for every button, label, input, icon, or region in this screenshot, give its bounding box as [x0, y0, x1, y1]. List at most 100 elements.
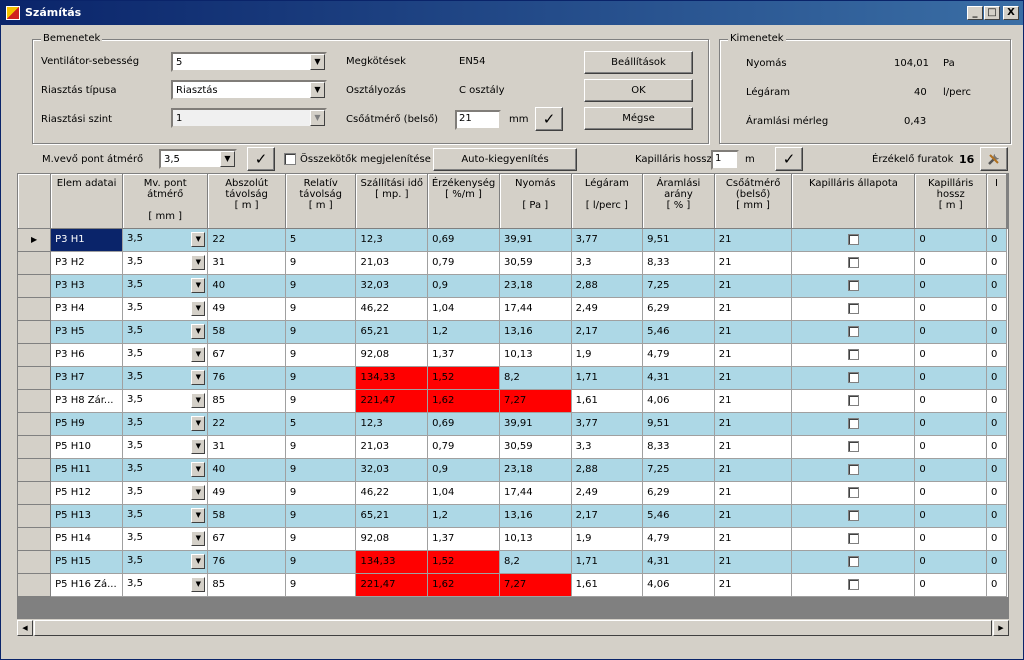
cell-last-column[interactable]: 0	[986, 343, 1007, 367]
cell-sampling-diameter[interactable]: 3,5 ▼	[122, 412, 209, 436]
cell-capillary-length[interactable]: 0	[914, 527, 987, 551]
cell-rel[interactable]: 9	[285, 573, 357, 597]
column-header[interactable]: Kapilláris hossz[ m ]	[914, 174, 987, 229]
cell-press[interactable]: 13,16	[499, 504, 572, 528]
alarm-level-combo[interactable]: 1 ▼	[171, 108, 327, 128]
row-header[interactable]	[18, 343, 52, 367]
cell-ratio[interactable]: 6,29	[642, 481, 715, 505]
cell-sens[interactable]: 1,52	[427, 550, 500, 574]
cell-pipe[interactable]: 21	[714, 274, 793, 298]
apply-pipe-diameter-button[interactable]: ✓	[535, 107, 563, 131]
cell-last-column[interactable]: 0	[986, 320, 1007, 344]
scroll-right-arrow-icon[interactable]: ▶	[993, 620, 1009, 636]
capillary-checkbox[interactable]	[847, 440, 859, 452]
cell-press[interactable]: 23,18	[499, 458, 572, 482]
cell-flow[interactable]: 2,49	[571, 481, 644, 505]
row-header[interactable]	[18, 366, 52, 390]
cell-time[interactable]: 32,03	[355, 458, 429, 482]
cell-flow[interactable]: 3,3	[571, 435, 644, 459]
chevron-down-icon[interactable]: ▼	[191, 324, 206, 339]
cell-rel[interactable]: 9	[285, 458, 357, 482]
show-connectors-checkbox[interactable]	[284, 153, 296, 165]
cell-element-name[interactable]: P3 H7	[50, 366, 124, 390]
cell-sens[interactable]: 1,04	[427, 481, 500, 505]
row-header[interactable]	[18, 320, 52, 344]
cell-element-name[interactable]: P3 H6	[50, 343, 124, 367]
cell-sens[interactable]: 0,79	[427, 251, 500, 275]
cell-abs[interactable]: 40	[207, 274, 286, 298]
maximize-button[interactable]: □	[984, 6, 1000, 20]
cell-element-name[interactable]: P5 H9	[50, 412, 124, 436]
cell-last-column[interactable]: 0	[986, 573, 1007, 597]
chevron-down-icon[interactable]: ▼	[310, 82, 325, 98]
cell-ratio[interactable]: 8,33	[642, 251, 715, 275]
chevron-down-icon[interactable]: ▼	[191, 485, 206, 500]
cell-pipe[interactable]: 21	[714, 366, 793, 390]
chevron-down-icon[interactable]: ▼	[191, 577, 206, 592]
cell-last-column[interactable]: 0	[986, 458, 1007, 482]
cell-abs[interactable]: 85	[207, 389, 286, 413]
cell-abs[interactable]: 49	[207, 297, 286, 321]
cell-ratio[interactable]: 5,46	[642, 320, 715, 344]
cell-capillary-state[interactable]	[791, 458, 916, 482]
cell-time[interactable]: 21,03	[355, 251, 429, 275]
cell-flow[interactable]: 2,88	[571, 274, 644, 298]
auto-balance-button[interactable]: Auto-kiegyenlítés	[433, 148, 577, 171]
cell-ratio[interactable]: 8,33	[642, 435, 715, 459]
table-row[interactable]: P5 H11 3,5 ▼ 40 9 32,03 0,9 23,18 2,88 7,25 21 0 0	[18, 458, 1008, 482]
cell-ratio[interactable]: 4,06	[642, 389, 715, 413]
cell-rel[interactable]: 9	[285, 527, 357, 551]
cell-capillary-length[interactable]: 0	[914, 228, 987, 252]
cell-capillary-state[interactable]	[791, 435, 916, 459]
close-button[interactable]: X	[1003, 6, 1019, 20]
table-row[interactable]: P5 H10 3,5 ▼ 31 9 21,03 0,79 30,59 3,3 8,33 21 0 0	[18, 435, 1008, 459]
cell-pipe[interactable]: 21	[714, 573, 793, 597]
table-row[interactable]: P5 H12 3,5 ▼ 49 9 46,22 1,04 17,44 2,49 6,29 21 0 0	[18, 481, 1008, 505]
cell-abs[interactable]: 31	[207, 251, 286, 275]
cell-rel[interactable]: 9	[285, 274, 357, 298]
row-header[interactable]	[18, 412, 52, 436]
cell-time[interactable]: 92,08	[355, 527, 429, 551]
pipe-diameter-field[interactable]	[455, 110, 501, 130]
cell-sens[interactable]: 1,04	[427, 297, 500, 321]
cell-rel[interactable]: 9	[285, 366, 357, 390]
cell-abs[interactable]: 76	[207, 550, 286, 574]
cell-element-name[interactable]: P3 H8 Zár...	[50, 389, 124, 413]
column-header[interactable]: Csőátmérő (belső)[ mm ]	[714, 174, 793, 229]
capillary-checkbox[interactable]	[847, 256, 859, 268]
chevron-down-icon[interactable]: ▼	[191, 370, 206, 385]
table-row[interactable]: P5 H13 3,5 ▼ 58 9 65,21 1,2 13,16 2,17 5,46 21 0 0	[18, 504, 1008, 528]
cell-capillary-state[interactable]	[791, 343, 916, 367]
capillary-checkbox[interactable]	[847, 325, 859, 337]
cell-ratio[interactable]: 9,51	[642, 228, 715, 252]
cell-sens[interactable]: 0,9	[427, 274, 500, 298]
cell-sens[interactable]: 1,37	[427, 527, 500, 551]
row-header[interactable]	[18, 573, 52, 597]
cancel-button[interactable]: Mégse	[584, 107, 693, 130]
table-row[interactable]: P5 H16 Zá... 3,5 ▼ 85 9 221,47 1,62 7,27 1,61 4,0…	[18, 573, 1008, 597]
row-header[interactable]	[18, 481, 52, 505]
table-row[interactable]: P5 H9 3,5 ▼ 22 5 12,3 0,69 39,91 3,77 9,51 21 0 0	[18, 412, 1008, 436]
capillary-length-field[interactable]	[711, 150, 739, 170]
horizontal-scrollbar[interactable]: ◀ ▶	[17, 619, 1009, 636]
cell-element-name[interactable]: P3 H3	[50, 274, 124, 298]
row-header[interactable]: ▶	[18, 228, 52, 252]
cell-rel[interactable]: 9	[285, 297, 357, 321]
cell-time[interactable]: 21,03	[355, 435, 429, 459]
cell-press[interactable]: 10,13	[499, 527, 572, 551]
cell-last-column[interactable]: 0	[986, 435, 1007, 459]
data-grid[interactable]: Elem adatai Mv. pont átmérő[ mm ] Abszolút t…	[17, 173, 1009, 633]
capillary-checkbox[interactable]	[847, 555, 859, 567]
capillary-checkbox[interactable]	[847, 578, 859, 590]
cell-sampling-diameter[interactable]: 3,5 ▼	[122, 343, 209, 367]
cell-capillary-state[interactable]	[791, 527, 916, 551]
settings-button[interactable]: Beállítások	[584, 51, 693, 74]
cell-element-name[interactable]: P5 H13	[50, 504, 124, 528]
table-row[interactable]: P5 H14 3,5 ▼ 67 9 92,08 1,37 10,13 1,9 4,79 21 0 0	[18, 527, 1008, 551]
cell-capillary-state[interactable]	[791, 573, 916, 597]
title-bar[interactable]: Számítás _ □ X	[1, 1, 1023, 25]
cell-pipe[interactable]: 21	[714, 435, 793, 459]
cell-press[interactable]: 8,2	[499, 550, 572, 574]
cell-press[interactable]: 7,27	[499, 573, 572, 597]
cell-pipe[interactable]: 21	[714, 412, 793, 436]
